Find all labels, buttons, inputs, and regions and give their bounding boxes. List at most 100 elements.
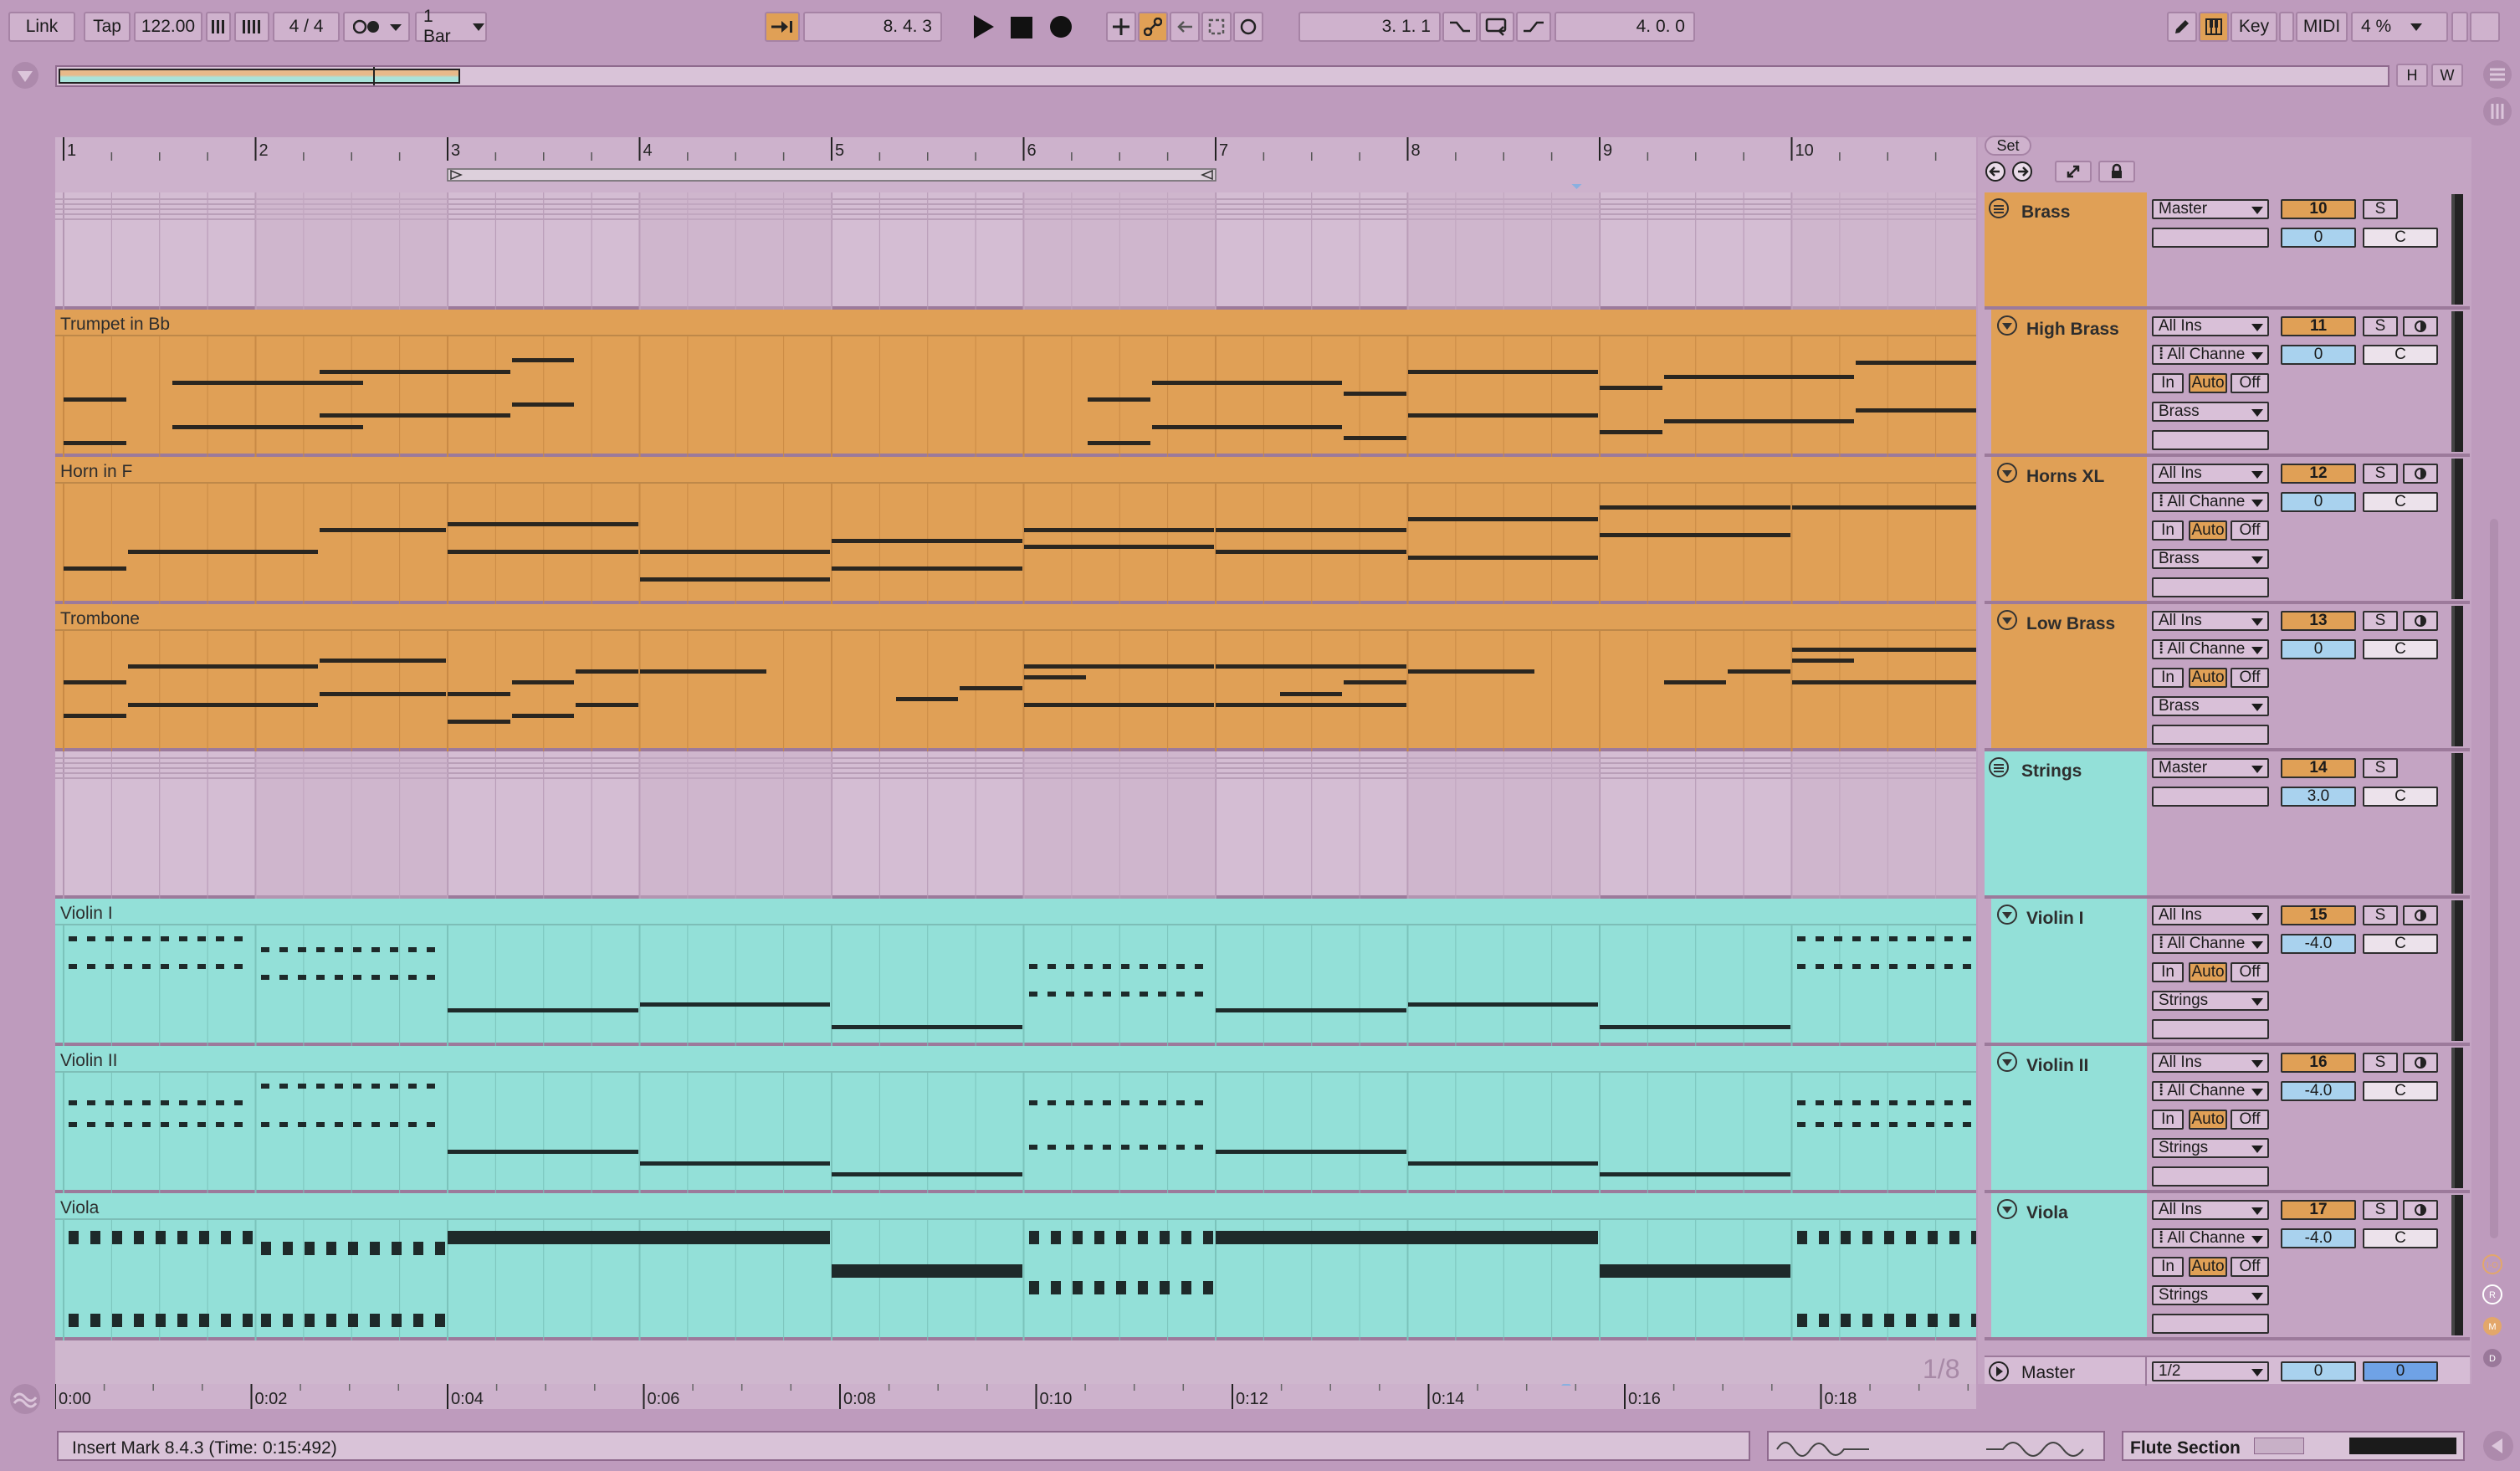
- output-select[interactable]: Strings: [2152, 1285, 2269, 1305]
- midi-note[interactable]: [1083, 1100, 1093, 1105]
- midi-note[interactable]: [1181, 1280, 1191, 1294]
- midi-note[interactable]: [1151, 424, 1342, 429]
- midi-note[interactable]: [1962, 936, 1971, 942]
- pan-field[interactable]: C: [2363, 492, 2438, 512]
- track-header[interactable]: Strings Master 14 S 3.0 C: [1985, 751, 2470, 899]
- midi-note[interactable]: [199, 1314, 209, 1328]
- midi-note[interactable]: [172, 424, 363, 429]
- monitor-auto-button[interactable]: Auto: [2189, 520, 2227, 541]
- volume-field[interactable]: -4.0: [2281, 1228, 2356, 1248]
- midi-note[interactable]: [511, 358, 574, 363]
- midi-track-lane[interactable]: Trumpet in Bb: [55, 310, 1976, 457]
- monitor-off-button[interactable]: Off: [2231, 520, 2269, 541]
- midi-note[interactable]: [199, 1231, 209, 1245]
- midi-note[interactable]: [1883, 1314, 1894, 1328]
- solo-button[interactable]: S: [2363, 316, 2398, 336]
- nudge-down-icon[interactable]: [206, 12, 231, 42]
- group-track-lane[interactable]: [55, 192, 1976, 310]
- midi-note[interactable]: [1927, 1314, 1938, 1328]
- arrangement-position[interactable]: 8. 4. 3: [803, 12, 942, 42]
- midi-note[interactable]: [391, 1242, 402, 1256]
- punch-in-icon[interactable]: [1442, 12, 1478, 42]
- midi-note[interactable]: [105, 964, 114, 970]
- midi-note[interactable]: [1023, 544, 1214, 549]
- midi-note[interactable]: [216, 1100, 224, 1105]
- midi-note[interactable]: [112, 1231, 122, 1245]
- input-channel-select[interactable]: ⁞ All Channe: [2152, 1081, 2269, 1101]
- midi-note[interactable]: [325, 1314, 336, 1328]
- key-map-button[interactable]: Key: [2231, 12, 2277, 42]
- midi-note[interactable]: [64, 714, 126, 718]
- midi-note[interactable]: [1344, 435, 1406, 440]
- midi-note[interactable]: [1407, 369, 1598, 374]
- midi-note[interactable]: [1815, 936, 1824, 942]
- midi-note[interactable]: [1194, 992, 1203, 997]
- midi-note[interactable]: [1115, 1280, 1126, 1294]
- midi-note[interactable]: [511, 680, 574, 685]
- loop-switch-icon[interactable]: [1479, 12, 1514, 42]
- track-activator-number[interactable]: 12: [2281, 464, 2356, 484]
- midi-note[interactable]: [1102, 964, 1111, 970]
- group-empty-slot[interactable]: [2152, 787, 2269, 807]
- midi-note[interactable]: [1028, 1100, 1037, 1105]
- midi-note[interactable]: [1047, 992, 1056, 997]
- midi-note[interactable]: [832, 1263, 1022, 1278]
- clip-title-bar[interactable]: [55, 899, 1976, 925]
- track-fold-icon[interactable]: [1996, 1198, 2018, 1220]
- track-fold-icon[interactable]: [1996, 315, 2018, 336]
- midi-note[interactable]: [448, 1150, 638, 1155]
- midi-note[interactable]: [1139, 1100, 1148, 1105]
- midi-note[interactable]: [1216, 1008, 1406, 1012]
- output-channel-slot[interactable]: [2152, 1314, 2269, 1334]
- midi-note[interactable]: [1600, 1171, 1790, 1176]
- midi-note[interactable]: [1139, 964, 1148, 970]
- midi-note[interactable]: [1175, 1100, 1185, 1105]
- midi-note[interactable]: [1907, 964, 1916, 970]
- clip-title-bar[interactable]: [55, 457, 1976, 484]
- midi-note[interactable]: [234, 1100, 243, 1105]
- midi-note[interactable]: [161, 1100, 169, 1105]
- midi-note[interactable]: [1818, 1231, 1829, 1245]
- midi-note[interactable]: [1047, 964, 1056, 970]
- midi-note[interactable]: [315, 975, 325, 981]
- track-header[interactable]: Violin II All Ins ⁞ All Channe In Auto Off Stri…: [1985, 1046, 2470, 1193]
- record-arm-icon[interactable]: [2403, 316, 2438, 336]
- midi-note[interactable]: [1796, 1314, 1807, 1328]
- track-fold-icon[interactable]: [1996, 904, 2018, 925]
- midi-note[interactable]: [279, 1122, 288, 1128]
- midi-note[interactable]: [179, 936, 187, 942]
- output-select[interactable]: Brass: [2152, 696, 2269, 716]
- output-select[interactable]: Strings: [2152, 1138, 2269, 1158]
- midi-note[interactable]: [334, 947, 343, 953]
- output-select[interactable]: Brass: [2152, 402, 2269, 422]
- arrangement-view-icon[interactable]: [2482, 95, 2513, 127]
- session-record-icon[interactable]: [1233, 12, 1263, 42]
- midi-note[interactable]: [1840, 1231, 1851, 1245]
- midi-note[interactable]: [304, 1242, 315, 1256]
- master-output-select[interactable]: 1/2: [2152, 1361, 2269, 1381]
- midi-note[interactable]: [1120, 1100, 1129, 1105]
- midi-note[interactable]: [1962, 1122, 1971, 1128]
- midi-note[interactable]: [221, 1314, 231, 1328]
- midi-note[interactable]: [112, 1314, 122, 1328]
- record-arm-icon[interactable]: [2403, 464, 2438, 484]
- midi-note[interactable]: [156, 1314, 166, 1328]
- record-arm-icon[interactable]: [2403, 905, 2438, 925]
- midi-note[interactable]: [1600, 1024, 1790, 1029]
- midi-note[interactable]: [1137, 1280, 1148, 1294]
- pan-field[interactable]: C: [2363, 639, 2438, 659]
- tempo-field[interactable]: 122.00: [134, 12, 202, 42]
- monitor-in-button[interactable]: In: [2152, 1257, 2184, 1277]
- loop-start-field[interactable]: 3. 1. 1: [1298, 12, 1441, 42]
- input-channel-select[interactable]: ⁞ All Channe: [2152, 639, 2269, 659]
- track-activator-number[interactable]: 10: [2281, 199, 2356, 219]
- track-activator-number[interactable]: 14: [2281, 758, 2356, 778]
- midi-note[interactable]: [511, 402, 574, 407]
- midi-note[interactable]: [1065, 1100, 1074, 1105]
- input-type-select[interactable]: All Ins: [2152, 464, 2269, 484]
- midi-note[interactable]: [260, 1242, 271, 1256]
- input-channel-select[interactable]: ⁞ All Channe: [2152, 1228, 2269, 1248]
- clip-title-bar[interactable]: [55, 1046, 1976, 1073]
- midi-note[interactable]: [134, 1314, 144, 1328]
- pan-field[interactable]: C: [2363, 934, 2438, 954]
